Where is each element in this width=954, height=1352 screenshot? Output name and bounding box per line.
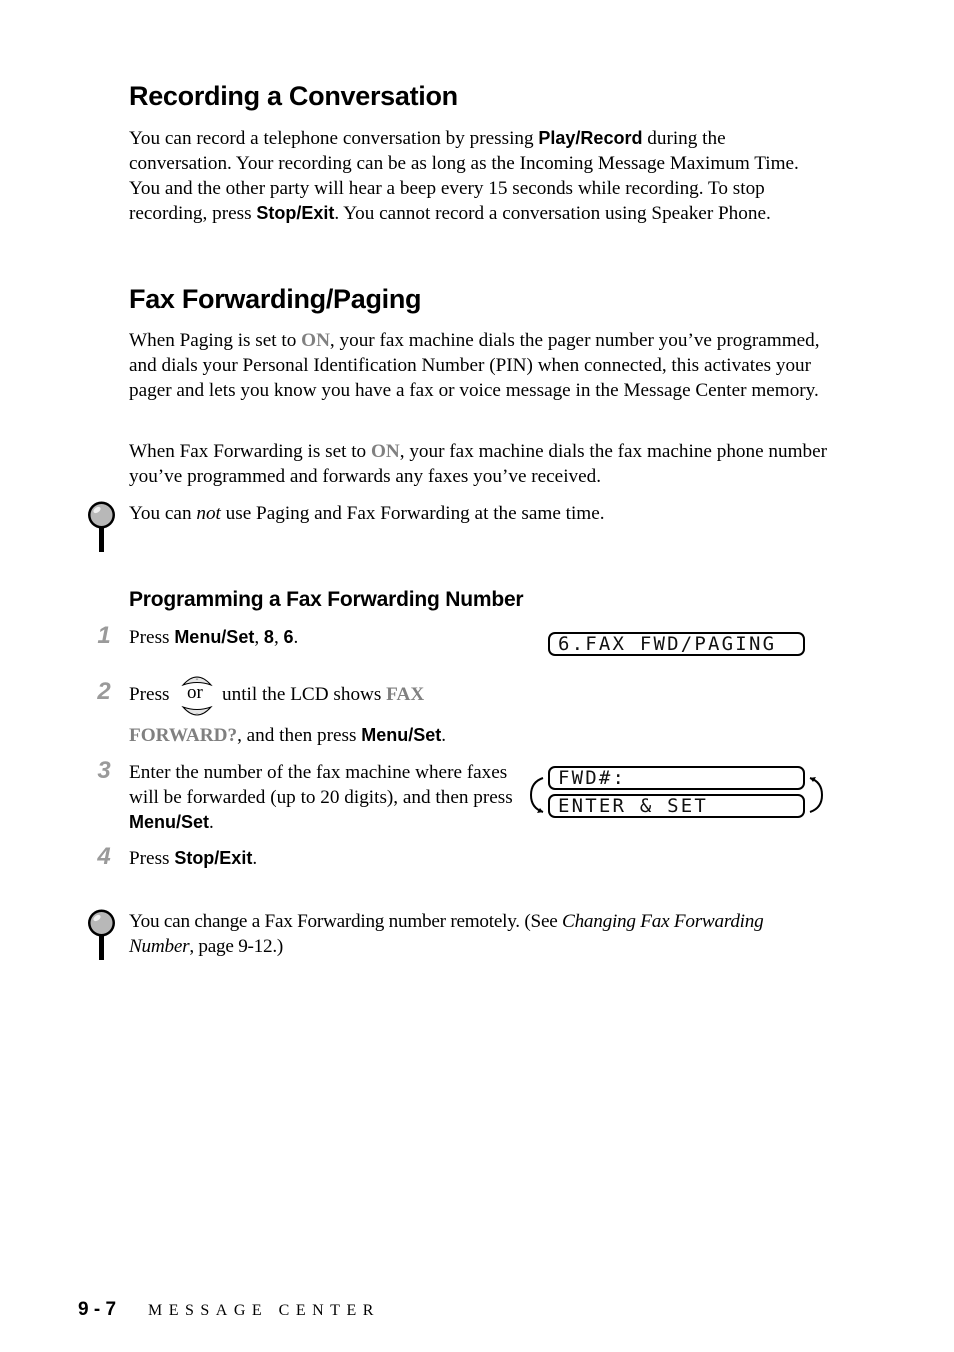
footer-page-number: 9 - 7 — [78, 1299, 117, 1320]
key-menu-set: Menu/Set — [174, 627, 255, 647]
text: When Paging is set to — [129, 330, 302, 351]
text: , — [273, 627, 284, 648]
up-down-navigation-keys: ▵ ▿ or — [180, 671, 214, 721]
text: You can — [129, 503, 197, 524]
emphasis: not — [196, 503, 221, 524]
lcd-line-2: ENTER & SET — [548, 794, 805, 818]
step-number: 3 — [97, 757, 111, 784]
step-1-text: Press Menu/Set, 8, 6. — [129, 625, 298, 650]
text: until the LCD shows — [222, 684, 387, 705]
text: Press — [129, 627, 175, 648]
or-label: or — [187, 682, 203, 703]
footer-section-name: MESSAGE CENTER — [148, 1302, 380, 1319]
subsection-title: Programming a Fax Forwarding Number — [129, 588, 524, 611]
cycle-arrow-right-icon — [809, 777, 824, 813]
key-menu-set: Menu/Set — [361, 725, 442, 745]
step-number: 1 — [97, 622, 111, 649]
note-2 — [86, 908, 116, 967]
setting-on: ON — [370, 441, 400, 462]
lcd-screen-fwd-number: FWD#: ENTER & SET — [529, 764, 824, 822]
text: You can change a Fax Forwarding number r… — [129, 911, 563, 932]
key-8: 8 — [263, 627, 274, 647]
recording-paragraph: You can record a telephone conversation … — [129, 126, 829, 226]
key-stop-exit: Stop/Exit — [174, 848, 253, 868]
section-title-fax-forwarding: Fax Forwarding/Paging — [129, 284, 422, 314]
text: Enter the number of the fax machine wher… — [129, 762, 513, 808]
fax-forwarding-paragraph: When Fax Forwarding is set to ON, your f… — [129, 439, 829, 489]
paging-paragraph: When Paging is set to ON, your fax machi… — [129, 328, 829, 403]
step-2-text-line1: Press — [129, 682, 170, 707]
step-2-text-line2: FORWARD?, and then press Menu/Set. — [129, 723, 446, 748]
key-6: 6 — [283, 627, 294, 647]
text: . — [209, 812, 214, 833]
cycle-arrow-left-icon — [529, 777, 544, 813]
magnifier-note-icon — [88, 909, 115, 960]
text: . You cannot record a conversation using… — [334, 203, 771, 224]
text: use Paging and Fax Forwarding at the sam… — [220, 503, 605, 524]
text: Press — [129, 848, 175, 869]
key-play-record: Play/Record — [538, 128, 643, 148]
section-title-recording: Recording a Conversation — [129, 81, 458, 111]
note-2-text: You can change a Fax Forwarding number r… — [129, 909, 829, 959]
text: Press — [129, 684, 170, 705]
text: . — [441, 725, 447, 746]
note-1 — [86, 500, 116, 559]
lcd-screen-fax-fwd-paging: 6.FAX FWD/PAGING — [548, 632, 805, 656]
step-2-text-rest: until the LCD shows FAX — [222, 682, 424, 707]
text: . — [293, 627, 299, 648]
key-stop-exit: Stop/Exit — [256, 203, 335, 223]
step-number: 2 — [97, 678, 111, 705]
note-1-text: You can not use Paging and Fax Forwardin… — [129, 501, 829, 526]
text: , and then press — [237, 725, 362, 746]
step-number: 4 — [97, 843, 111, 870]
step-3-text: Enter the number of the fax machine wher… — [129, 760, 514, 835]
text: , — [254, 627, 264, 648]
magnifier-note-icon — [88, 501, 115, 552]
text: . — [252, 848, 258, 869]
step-4-text: Press Stop/Exit. — [129, 846, 257, 871]
setting-on: ON — [301, 330, 330, 351]
lcd-line-1: FWD#: — [548, 766, 805, 790]
lcd-message-forward: FORWARD? — [129, 725, 238, 746]
lcd-message-fax: FAX — [386, 684, 425, 705]
text: , page 9-12.) — [189, 936, 284, 957]
text: You can record a telephone conversation … — [129, 128, 539, 149]
key-menu-set: Menu/Set — [129, 812, 210, 832]
text: When Fax Forwarding is set to — [129, 441, 371, 462]
